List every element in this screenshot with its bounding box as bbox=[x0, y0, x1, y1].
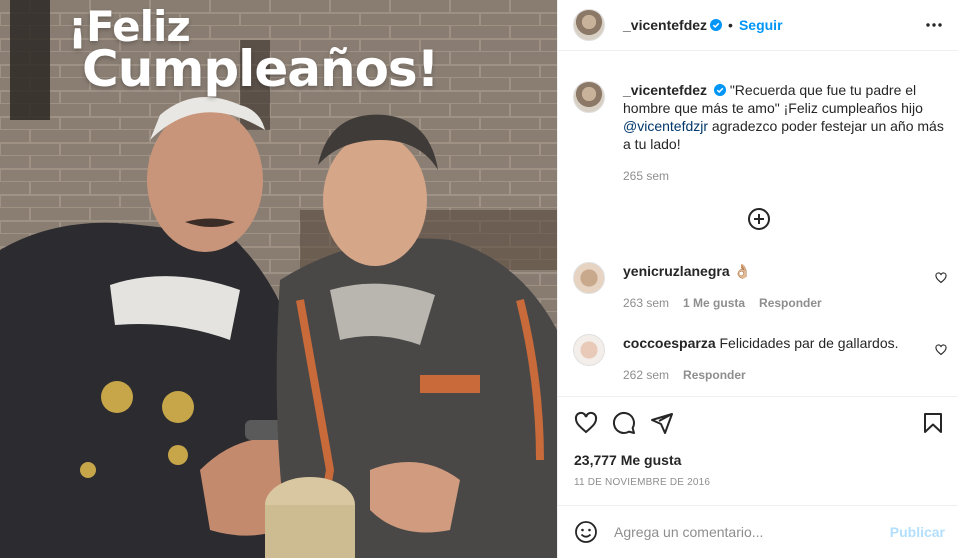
post-actions: 23,777 Me gusta 11 DE NOVIEMBRE DE 2016 bbox=[558, 396, 958, 488]
caption-line2: Cumpleaños! bbox=[82, 40, 439, 98]
caption-avatar[interactable] bbox=[573, 81, 605, 113]
plus-circle-icon[interactable] bbox=[747, 207, 771, 231]
photo-caption: ¡Feliz Cumpleaños! bbox=[68, 6, 439, 98]
author-avatar[interactable] bbox=[573, 9, 605, 41]
heart-icon[interactable] bbox=[574, 411, 598, 435]
separator-dot: • bbox=[728, 17, 733, 33]
comment-likes[interactable]: 1 Me gusta bbox=[683, 294, 745, 312]
reply-button[interactable]: Responder bbox=[759, 294, 822, 312]
reply-button[interactable]: Responder bbox=[683, 366, 746, 384]
verified-badge-icon bbox=[710, 19, 723, 31]
add-comment-bar: Publicar bbox=[558, 505, 958, 558]
comment-text: 👌🏼 bbox=[733, 263, 751, 279]
share-icon[interactable] bbox=[650, 411, 674, 435]
post-photo[interactable]: ¡Feliz Cumpleaños! bbox=[0, 0, 557, 558]
comment-input[interactable] bbox=[614, 524, 884, 540]
bookmark-icon[interactable] bbox=[921, 411, 945, 435]
caption-row: _vicentefdez "Recuerda que fue tu padre … bbox=[573, 81, 945, 185]
post-header: _vicentefdez • Seguir bbox=[558, 0, 958, 51]
heart-icon[interactable] bbox=[935, 344, 947, 356]
comment-username[interactable]: yenicruzlanegra bbox=[623, 263, 730, 279]
caption-time[interactable]: 265 sem bbox=[623, 167, 669, 185]
comment-avatar[interactable] bbox=[573, 334, 605, 366]
publish-button[interactable]: Publicar bbox=[890, 524, 945, 540]
more-options-icon[interactable] bbox=[925, 15, 943, 35]
likes-count[interactable]: 23,777 Me gusta bbox=[574, 452, 681, 468]
comment-time[interactable]: 263 sem bbox=[623, 294, 669, 312]
comment-item: coccoesparza Felicidades par de gallardo… bbox=[573, 334, 945, 384]
comment-text: Felicidades par de gallardos. bbox=[719, 335, 899, 351]
post-side-panel: _vicentefdez • Seguir _vicentefdez "Recu… bbox=[557, 0, 958, 558]
post-date[interactable]: 11 DE NOVIEMBRE DE 2016 bbox=[574, 477, 710, 488]
caption-username[interactable]: _vicentefdez bbox=[623, 82, 707, 98]
verified-badge-icon bbox=[713, 84, 726, 96]
instagram-post-modal: ¡Feliz Cumpleaños! _vicentefdez • Seguir bbox=[0, 0, 958, 558]
comment-item: yenicruzlanegra 👌🏼 263 sem 1 Me gusta Re… bbox=[573, 262, 945, 312]
comment-avatar[interactable] bbox=[573, 262, 605, 294]
comments-list[interactable]: _vicentefdez "Recuerda que fue tu padre … bbox=[558, 52, 958, 400]
comment-icon[interactable] bbox=[612, 411, 636, 435]
caption-mention[interactable]: @vicentefdzjr bbox=[623, 118, 708, 134]
comment-time[interactable]: 262 sem bbox=[623, 366, 669, 384]
heart-icon[interactable] bbox=[935, 272, 947, 284]
comment-username[interactable]: coccoesparza bbox=[623, 335, 716, 351]
author-username[interactable]: _vicentefdez bbox=[623, 17, 707, 33]
follow-button[interactable]: Seguir bbox=[739, 17, 783, 33]
emoji-icon[interactable] bbox=[574, 520, 598, 544]
